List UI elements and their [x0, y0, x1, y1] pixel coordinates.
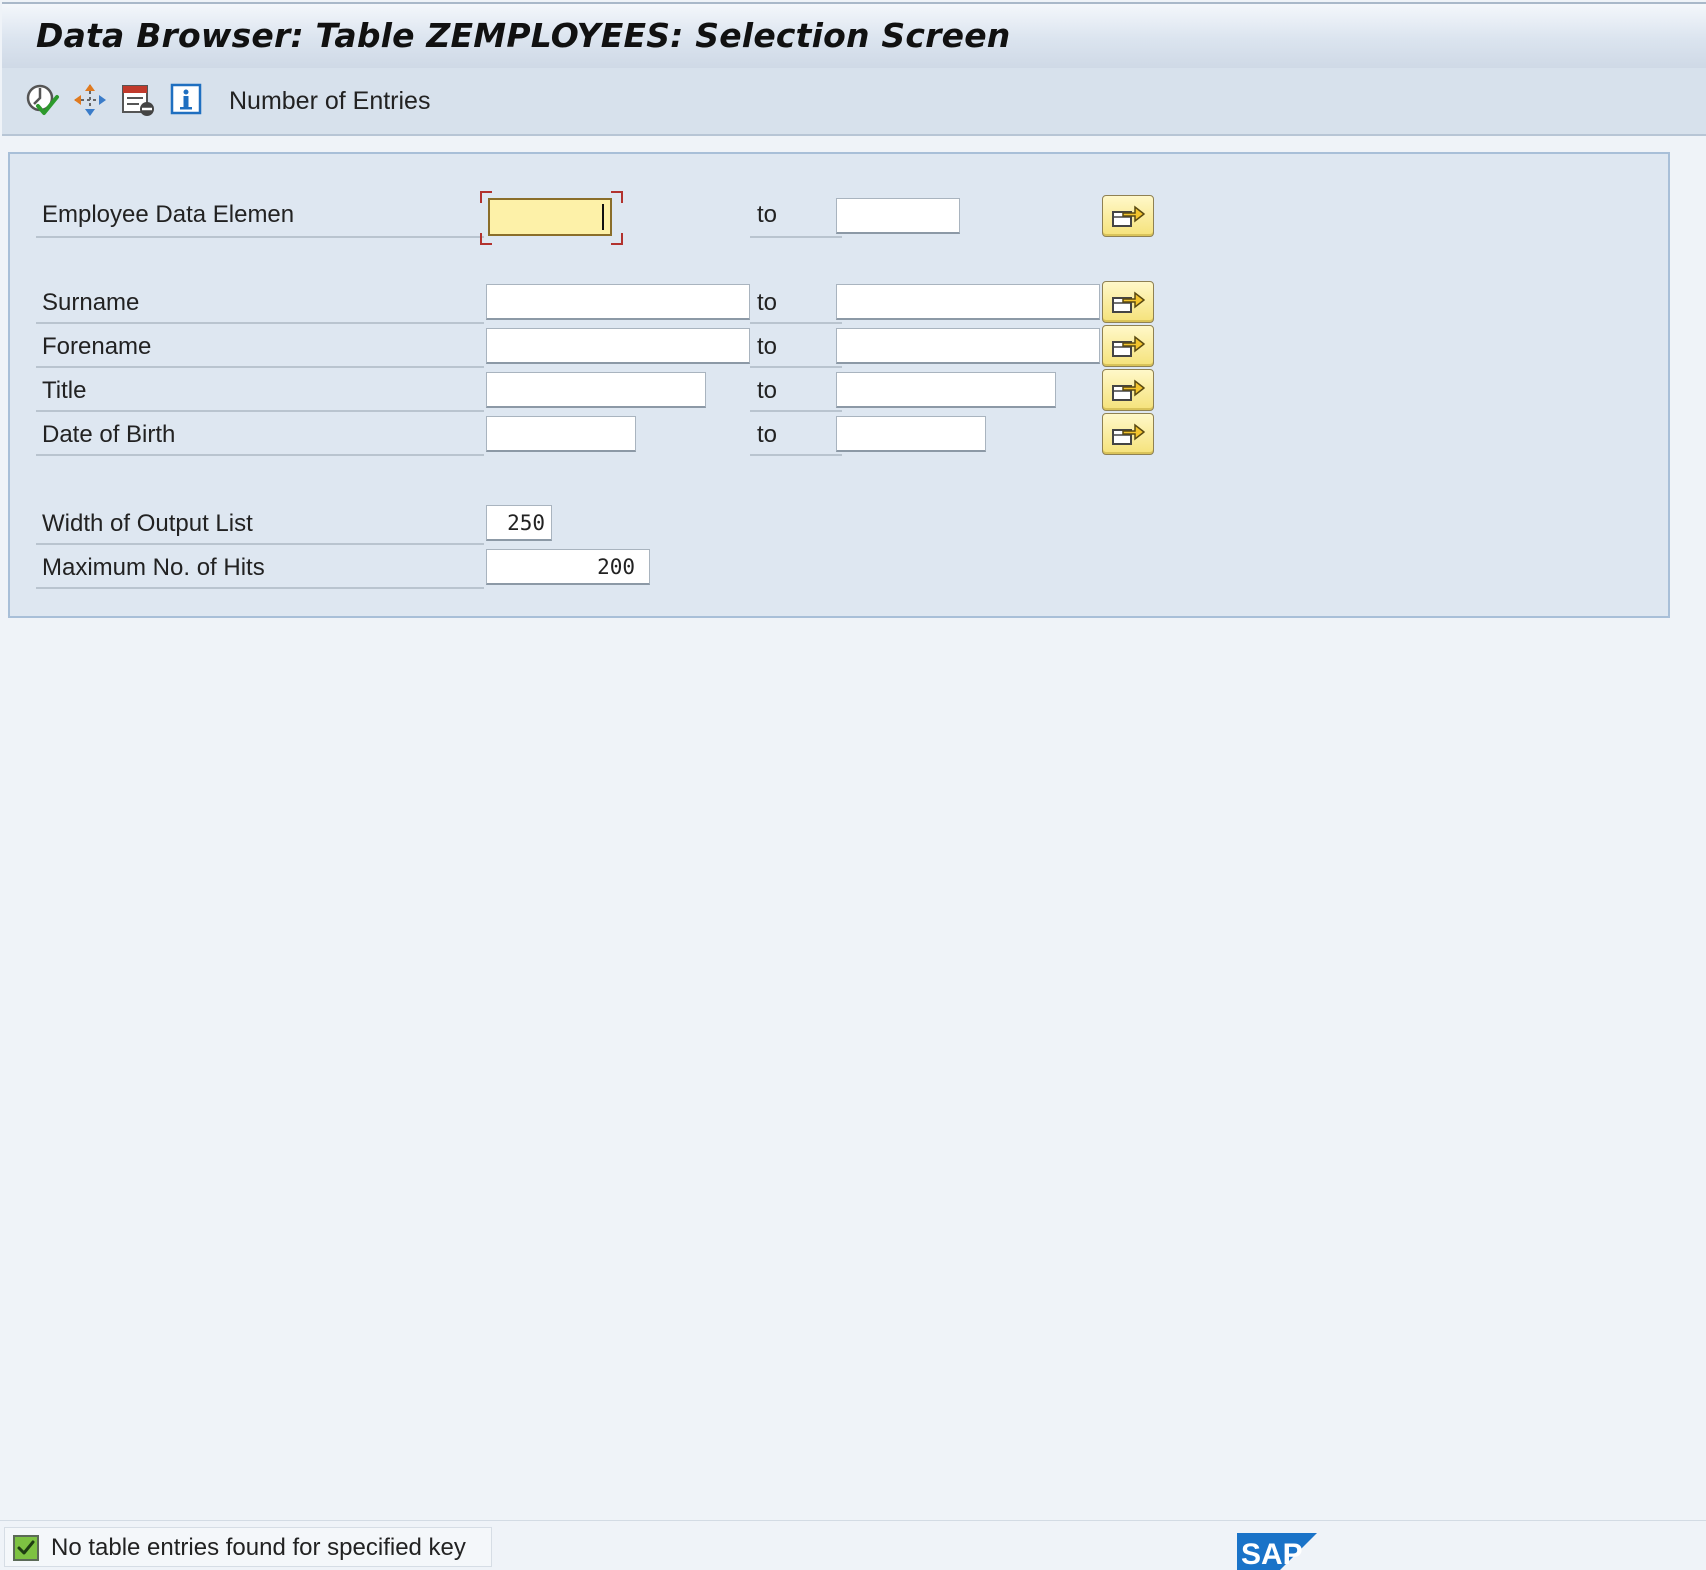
- title-bar: Data Browser: Table ZEMPLOYEES: Selectio…: [2, 2, 1706, 69]
- title-to-field[interactable]: [836, 372, 1056, 408]
- label-underline: [750, 366, 842, 368]
- forename-from-field[interactable]: [486, 328, 750, 364]
- number-of-entries-button[interactable]: Number of Entries: [229, 87, 430, 116]
- width-of-output-list-field[interactable]: 250: [486, 505, 552, 541]
- to-label: to: [757, 377, 778, 404]
- width-of-output-list-label: Width of Output List: [42, 510, 253, 537]
- to-label: to: [757, 289, 778, 316]
- label-underline: [36, 366, 484, 368]
- forename-multiple-selection-button[interactable]: [1102, 325, 1154, 367]
- label-underline: [36, 322, 484, 324]
- application-toolbar: Number of Entries: [2, 68, 1706, 136]
- selection-criteria-group: Employee Data Elemen to Surname to Foren…: [8, 152, 1670, 618]
- label-underline: [36, 410, 484, 412]
- date-of-birth-from-field[interactable]: [486, 416, 636, 452]
- title-label: Title: [42, 377, 87, 404]
- surname-label: Surname: [42, 289, 140, 316]
- to-label: to: [757, 201, 778, 228]
- date-of-birth-label: Date of Birth: [42, 421, 176, 448]
- label-underline: [36, 543, 484, 545]
- execute-in-background-icon[interactable]: [72, 82, 108, 118]
- surname-multiple-selection-button[interactable]: [1102, 281, 1154, 323]
- multiple-selection-arrow-icon: [1112, 335, 1145, 357]
- label-underline: [36, 587, 484, 589]
- sap-logo: SAP: [1237, 1533, 1317, 1570]
- label-underline: [36, 454, 484, 456]
- execute-icon[interactable]: [24, 82, 60, 118]
- multiple-selection-arrow-icon: [1112, 291, 1145, 313]
- date-of-birth-to-field[interactable]: [836, 416, 986, 452]
- employee-data-element-label: Employee Data Elemen: [42, 201, 295, 228]
- status-message-text: No table entries found for specified key: [51, 1534, 466, 1561]
- window-title: Data Browser: Table ZEMPLOYEES: Selectio…: [36, 16, 1011, 55]
- label-underline: [750, 236, 842, 238]
- svg-text:SAP: SAP: [1241, 1538, 1303, 1570]
- employee-data-element-from-field[interactable]: [488, 198, 612, 236]
- delete-selection-icon[interactable]: [120, 82, 156, 118]
- title-multiple-selection-button[interactable]: [1102, 369, 1154, 411]
- employee-data-element-to-field[interactable]: [836, 198, 960, 234]
- text-caret: [602, 204, 604, 230]
- label-underline: [36, 236, 484, 238]
- label-underline: [750, 454, 842, 456]
- surname-from-field[interactable]: [486, 284, 750, 320]
- focus-corner: [480, 191, 492, 203]
- focus-corner: [611, 191, 623, 203]
- status-message[interactable]: No table entries found for specified key: [4, 1527, 492, 1567]
- to-label: to: [757, 333, 778, 360]
- forename-to-field[interactable]: [836, 328, 1100, 364]
- multiple-selection-arrow-icon: [1112, 205, 1145, 227]
- forename-label: Forename: [42, 333, 152, 360]
- multiple-selection-arrow-icon: [1112, 423, 1145, 445]
- date-of-birth-multiple-selection-button[interactable]: [1102, 413, 1154, 455]
- maximum-no-of-hits-label: Maximum No. of Hits: [42, 554, 265, 581]
- focus-corner: [480, 233, 492, 245]
- sap-gui-window: Data Browser: Table ZEMPLOYEES: Selectio…: [0, 0, 1706, 1570]
- employee-data-element-multiple-selection-button[interactable]: [1102, 195, 1154, 237]
- label-underline: [750, 322, 842, 324]
- maximum-no-of-hits-field[interactable]: 200: [486, 549, 650, 585]
- information-icon[interactable]: [168, 82, 204, 118]
- title-from-field[interactable]: [486, 372, 706, 408]
- to-label: to: [757, 421, 778, 448]
- status-bar: No table entries found for specified key…: [0, 1520, 1706, 1570]
- label-underline: [750, 410, 842, 412]
- focus-corner: [611, 233, 623, 245]
- surname-to-field[interactable]: [836, 284, 1100, 320]
- multiple-selection-arrow-icon: [1112, 379, 1145, 401]
- success-check-icon: [13, 1535, 39, 1561]
